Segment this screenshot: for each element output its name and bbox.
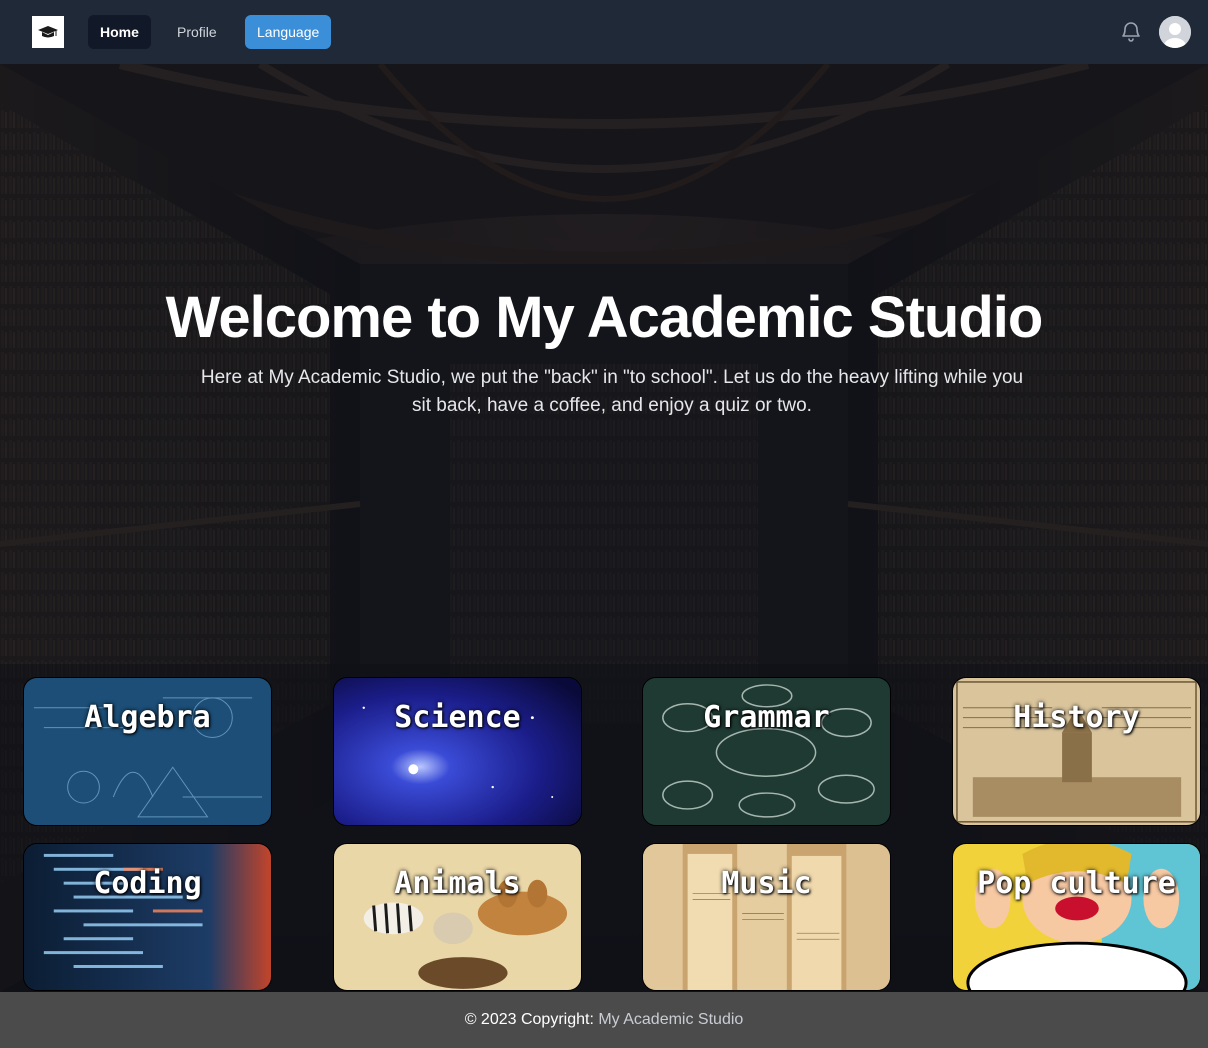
category-title: Music xyxy=(721,866,812,901)
category-title: History xyxy=(1013,700,1140,735)
user-avatar-icon xyxy=(1159,16,1191,48)
category-card-animals[interactable]: Animals xyxy=(333,843,582,991)
category-card-music[interactable]: Music xyxy=(642,843,891,991)
nav-profile-link[interactable]: Profile xyxy=(165,15,229,49)
nav-language-button[interactable]: Language xyxy=(245,15,332,49)
category-title: Animals xyxy=(394,866,521,901)
bell-icon[interactable] xyxy=(1119,20,1143,44)
category-title: Grammar xyxy=(703,700,830,735)
category-card-algebra[interactable]: Algebra xyxy=(23,677,272,826)
category-card-grammar[interactable]: Grammar xyxy=(642,677,891,826)
site-logo[interactable] xyxy=(32,16,64,48)
category-title: Pop culture xyxy=(977,866,1176,901)
user-avatar[interactable] xyxy=(1159,16,1191,48)
hero-subtitle: Here at My Academic Studio, we put the "… xyxy=(200,367,1024,416)
category-card-history[interactable]: History xyxy=(952,677,1201,826)
category-card-science[interactable]: Science xyxy=(333,677,582,826)
graduation-cap-icon xyxy=(38,26,58,38)
footer-site-link[interactable]: My Academic Studio xyxy=(598,1011,743,1028)
category-title: Coding xyxy=(93,866,202,901)
top-navbar: Home Profile Language xyxy=(0,0,1208,64)
category-card-pop-culture[interactable]: Pop culture xyxy=(952,843,1201,991)
category-title: Algebra xyxy=(84,700,211,735)
hero-title: Welcome to My Academic Studio xyxy=(165,285,1044,350)
nav-home-link[interactable]: Home xyxy=(88,15,151,49)
category-title: Science xyxy=(394,700,521,735)
site-footer: © 2023 Copyright: My Academic Studio xyxy=(0,992,1208,1048)
category-card-coding[interactable]: Coding xyxy=(23,843,272,991)
copyright-text: © 2023 Copyright: xyxy=(464,1011,594,1028)
